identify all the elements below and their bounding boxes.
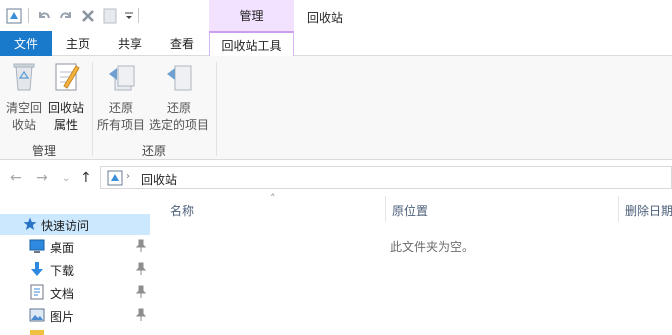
- recent-locations-chevron-icon[interactable]: ⌄: [62, 173, 70, 184]
- recycle-bin-window-icon[interactable]: [6, 8, 22, 24]
- delete-icon[interactable]: [80, 8, 96, 24]
- empty-recycle-bin-label: 清空回 收站: [5, 101, 42, 132]
- pin-icon[interactable]: [136, 262, 146, 276]
- properties-page-icon[interactable]: [102, 8, 118, 24]
- restore-selected-icon: [167, 65, 192, 91]
- breadcrumb-chevron-icon[interactable]: ›: [126, 171, 130, 182]
- download-icon: [31, 262, 43, 276]
- redo-icon[interactable]: [58, 8, 74, 24]
- recycle-bin-properties-label: 回收站 属性: [47, 101, 84, 132]
- pin-icon[interactable]: [136, 308, 146, 322]
- undo-icon[interactable]: [36, 8, 52, 24]
- nav-item-downloads[interactable]: 下载: [0, 259, 152, 281]
- ribbon-tab-bar: 文件 主页 共享 查看 回收站工具: [0, 31, 672, 57]
- nav-item-label: 桌面: [50, 241, 75, 255]
- window-title: 回收站: [307, 11, 344, 25]
- restore-selected-items-label: 还原 选定的项目: [148, 101, 209, 132]
- nav-item-label: 下载: [50, 264, 75, 278]
- column-divider[interactable]: [618, 196, 619, 222]
- properties-icon: [55, 63, 80, 91]
- context-tab-header: 管理: [209, 0, 294, 31]
- document-icon: [30, 284, 44, 300]
- restore-all-items-button[interactable]: 还原 所有项目: [96, 60, 146, 134]
- navigation-pane: 快速访问 桌面 下载 文档 图片: [0, 196, 152, 335]
- tab-home[interactable]: 主页: [52, 31, 104, 56]
- title-bar: 管理 回收站: [0, 0, 672, 31]
- ribbon-group-divider: [216, 62, 217, 156]
- forward-arrow-icon[interactable]: →: [36, 170, 48, 186]
- tab-recycle-bin-tools[interactable]: 回收站工具: [209, 31, 294, 57]
- tab-file[interactable]: 文件: [0, 31, 52, 56]
- quick-access-label: 快速访问: [41, 219, 90, 233]
- column-divider[interactable]: [385, 196, 386, 222]
- folder-icon: [30, 330, 44, 335]
- column-header-date-deleted[interactable]: 删除日期: [625, 196, 672, 224]
- nav-item-documents[interactable]: 文档: [0, 282, 152, 304]
- empty-folder-message: 此文件夹为空。: [390, 240, 475, 254]
- star-icon: [23, 217, 37, 230]
- empty-recycle-bin-icon: [13, 63, 35, 91]
- restore-group-label: 还原: [142, 144, 167, 158]
- recycle-bin-properties-button[interactable]: 回收站 属性: [44, 60, 88, 134]
- column-header-original-location[interactable]: 原位置: [392, 196, 428, 224]
- back-arrow-icon[interactable]: ←: [10, 170, 22, 186]
- qat-divider: [28, 8, 29, 23]
- nav-item-label: 图片: [50, 310, 75, 324]
- restore-all-icon: [109, 65, 135, 91]
- recycle-bin-location-icon: [107, 170, 123, 186]
- address-path: 回收站: [141, 173, 178, 187]
- restore-all-items-label: 还原 所有项目: [96, 101, 145, 132]
- qat-divider: [138, 8, 139, 23]
- pictures-icon: [29, 308, 45, 322]
- column-header-name[interactable]: 名称: [170, 196, 194, 224]
- address-bar[interactable]: › 回收站: [100, 166, 672, 189]
- nav-item-label: 文档: [50, 287, 75, 301]
- manage-group-label: 管理: [32, 144, 57, 158]
- tab-view[interactable]: 查看: [156, 31, 208, 56]
- ribbon-group-divider: [92, 62, 93, 156]
- desktop-icon: [29, 239, 45, 253]
- tab-share[interactable]: 共享: [104, 31, 156, 56]
- pin-icon[interactable]: [136, 285, 146, 299]
- restore-selected-items-button[interactable]: 还原 选定的项目: [148, 60, 210, 134]
- sort-ascending-icon: ˄: [270, 192, 276, 205]
- quick-access-item[interactable]: 快速访问: [0, 214, 150, 235]
- pin-icon[interactable]: [136, 239, 146, 253]
- up-arrow-icon[interactable]: ↑: [80, 170, 92, 186]
- customize-qat-chevron-icon[interactable]: [121, 8, 137, 24]
- nav-item-pictures[interactable]: 图片: [0, 305, 152, 327]
- nav-item-desktop[interactable]: 桌面: [0, 236, 152, 258]
- ribbon-panel: 清空回 收站 回收站 属性 管理 还原 所有项目 还原 选定的项目 还原: [0, 56, 672, 160]
- empty-recycle-bin-button[interactable]: 清空回 收站: [4, 60, 44, 134]
